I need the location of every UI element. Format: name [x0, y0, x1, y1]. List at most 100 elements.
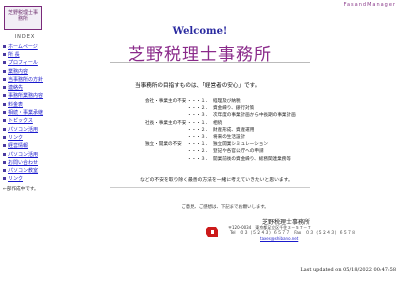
motto-text: 当事務所の目指すものは、「経営者の安心」です。 — [135, 83, 261, 89]
service-row: ・・・２． 資金繰り、銀行対策 — [145, 105, 385, 112]
sidebar-item-label: プロフィール — [8, 60, 38, 67]
office-emblem-icon — [206, 227, 218, 237]
closing-text: などの不安を取り除く最善の方法を一緒に考えていきたいと思います。 — [140, 178, 293, 183]
divider — [110, 187, 310, 188]
service-text: 開業前後の資金繰り、総務関連業務等 — [213, 156, 291, 162]
sidebar-item-label: お問い合わせ — [8, 159, 39, 166]
bullet-icon — [3, 94, 6, 98]
sidebar-item-label: 相続・事業承継 — [8, 110, 44, 117]
sidebar-item[interactable]: プロフィール — [3, 59, 47, 67]
service-row: ・・・２． 財産形成、資産運用 — [145, 127, 385, 134]
bullet-icon — [3, 144, 6, 148]
sidebar-item[interactable]: 相続・事業承継 — [3, 108, 47, 116]
service-category — [145, 105, 187, 112]
sidebar-item[interactable]: パソコン教室 — [3, 166, 47, 174]
sidebar-item[interactable]: パソコン活用 — [3, 125, 47, 133]
bullet-icon — [3, 169, 6, 173]
bullet-icon — [3, 77, 6, 81]
service-category: 社長・事業主の不安 — [145, 120, 187, 126]
service-row: ・・・２． 登記や各官公庁への申請 — [145, 148, 385, 155]
service-category — [145, 156, 187, 163]
brand-link[interactable]: FasandManager — [344, 2, 396, 8]
service-row: 社長・事業主の不安 ・・・１． 相続 — [145, 120, 385, 127]
sidebar-item-label: 経営情報 — [8, 143, 29, 150]
bullet-icon — [3, 102, 6, 106]
bullet-icon — [3, 61, 6, 65]
bullet-icon — [3, 52, 6, 56]
sidebar-item[interactable]: リンク — [3, 175, 47, 183]
sidebar-item[interactable]: パソコン活用 — [3, 150, 47, 158]
service-row: ・・・３． 次年度の事業計画から中長期の事業計画 — [145, 112, 385, 119]
sidebar-item[interactable]: 経営情報 — [3, 142, 47, 150]
bullet-icon — [3, 152, 6, 156]
service-row: ・・・３． 将来の生活設計 — [145, 134, 385, 141]
sidebar-item-label: 連絡先 — [8, 85, 24, 92]
bullet-icon — [3, 86, 6, 90]
service-text: 相続 — [213, 120, 223, 126]
bullet-icon — [3, 127, 6, 131]
service-num: ・・・２． — [187, 149, 210, 155]
service-num: ・・・２． — [187, 127, 210, 133]
service-text: 将来の生活設計 — [213, 134, 246, 140]
bullet-icon — [3, 44, 6, 48]
sidebar-item[interactable]: 業務内容 — [3, 67, 47, 75]
service-num: ・・・３． — [187, 134, 210, 140]
sidebar-item-label: 料金表 — [8, 101, 24, 108]
service-category — [145, 134, 187, 141]
bullet-icon — [3, 69, 6, 73]
service-row: ・・・３． 開業前後の資金繰り、総務関連業務等 — [145, 156, 385, 163]
sidebar-item[interactable]: 料金表 — [3, 100, 47, 108]
logo-text: 芝野税理士事務所 — [7, 10, 38, 22]
service-category — [145, 148, 187, 155]
sidebar-item-label: パソコン活用 — [8, 151, 39, 158]
sidebar-index: INDEX ホームページ所 長プロフィール 業務内容 当事務所の方針 連絡先 事務所業務… — [3, 34, 47, 192]
divider — [110, 62, 310, 63]
service-num: ・・・１． — [187, 120, 210, 126]
sidebar-item[interactable]: 事務所業務内容 — [3, 92, 47, 100]
sidebar-item-label: リンク — [8, 176, 24, 183]
sidebar-item-label: パソコン活用 — [8, 126, 39, 133]
service-text: 財産形成、資産運用 — [213, 127, 255, 133]
sidebar-item-label: リンク — [8, 134, 24, 141]
service-num: ・・・１． — [187, 142, 210, 148]
bullet-icon — [3, 119, 6, 123]
last-updated: Last updated on 05/18/2022 00:47:58 — [300, 267, 396, 273]
index-title: INDEX — [14, 34, 36, 40]
sidebar-item[interactable]: 当事務所の方針 — [3, 75, 47, 83]
sidebar-item[interactable]: リンク — [3, 133, 47, 141]
sidebar-list: ホームページ所 長プロフィール 業務内容 当事務所の方針 連絡先 事務所業務内容 料金表相… — [3, 42, 47, 183]
bullet-icon — [3, 177, 6, 181]
service-category — [145, 112, 187, 119]
sidebar-item-label: 当事務所の方針 — [8, 76, 44, 83]
service-text: 経理及び納税 — [213, 99, 241, 104]
sidebar-item-label: 所 長 — [8, 51, 20, 58]
service-text: 登記や各官公庁への申請 — [213, 149, 264, 155]
service-num: ・・・２． — [187, 106, 210, 112]
welcome-heading: Welcome! — [172, 26, 228, 37]
service-text: 次年度の事業計画から中長期の事業計画 — [213, 113, 296, 119]
sidebar-item-label: ホームページ — [8, 43, 38, 50]
service-row: 独立・開業の不安 ・・・１． 独立開業シミュレーション — [145, 141, 385, 148]
service-num: ・・・３． — [187, 113, 210, 119]
sidebar-item[interactable]: ホームページ — [3, 42, 47, 50]
service-category: 会社・事業主の不安 — [145, 99, 187, 104]
service-category: 独立・開業の不安 — [145, 142, 182, 148]
sidebar-item-label: パソコン教室 — [8, 168, 39, 175]
sidebar-item[interactable]: 連絡先 — [3, 83, 47, 91]
sidebar-item[interactable]: 所 長 — [3, 50, 47, 58]
service-list: 会社・事業主の不安 ・・・１． 経理及び納税 ・・・２． 資金繰り、銀行対策 ・・・３．次… — [145, 98, 385, 163]
footer-email-link[interactable]: taxes@shibano.net — [260, 236, 298, 241]
sidebar-item[interactable]: お問い合わせ — [3, 158, 47, 166]
service-text: 独立開業シミュレーション — [213, 142, 268, 148]
sidebar-item[interactable]: トピックス — [3, 117, 47, 125]
bullet-icon — [3, 160, 6, 164]
sidebar-item-label: トピックス — [8, 118, 33, 125]
contact-prompt: ご意見、ご感想は、下記までお願いします。 — [181, 205, 269, 210]
service-num: ・・・１． — [187, 99, 210, 104]
service-category — [145, 127, 187, 134]
bullet-icon — [3, 111, 6, 115]
site-logo[interactable]: 芝野税理士事務所 — [4, 6, 42, 30]
service-num: ・・・３． — [187, 156, 210, 162]
service-text: 資金繰り、銀行対策 — [213, 106, 255, 112]
sidebar-item-label: 業務内容 — [8, 68, 29, 75]
